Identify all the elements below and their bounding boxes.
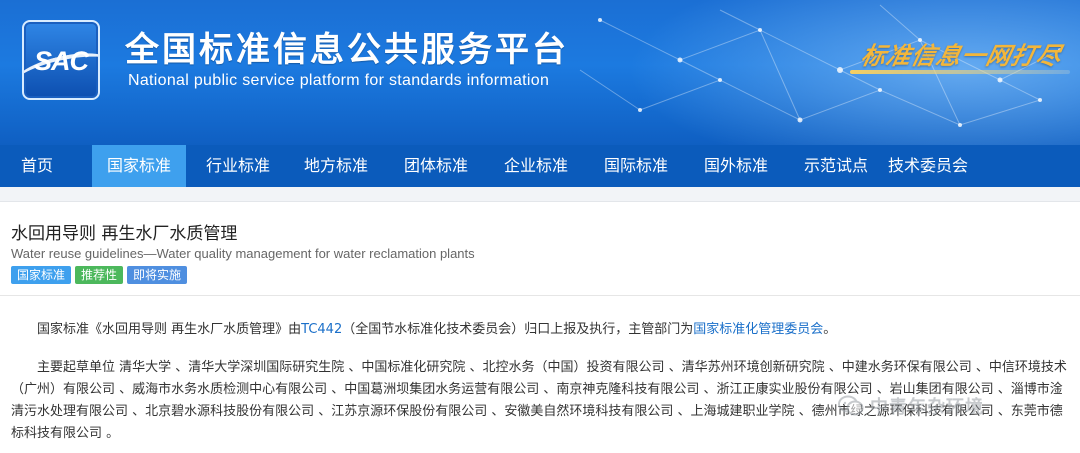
- main-nav: 首页 国家标准 行业标准 地方标准 团体标准 企业标准 国际标准 国外标准 示范…: [0, 145, 1080, 187]
- site-title: 全国标准信息公共服务平台: [125, 30, 569, 70]
- slogan-underline: [850, 70, 1070, 74]
- divider: [0, 295, 1080, 296]
- desc-middle: （全国节水标准化技术委员会）归口上报及执行，主管部门为: [342, 322, 694, 337]
- tag-recommended: 推荐性: [75, 266, 124, 284]
- desc-suffix: 。: [823, 322, 837, 337]
- nav-group-standards[interactable]: 团体标准: [386, 145, 486, 187]
- nav-tech-committee[interactable]: 技术委员会: [886, 145, 970, 187]
- nav-enterprise-standards[interactable]: 企业标准: [486, 145, 586, 187]
- content-top-strip: [0, 187, 1080, 202]
- sac-admin-link[interactable]: 国家标准化管理委员会: [693, 322, 823, 337]
- drafting-units: 主要起草单位 清华大学 、清华大学深圳国际研究生院 、中国标准化研究院 、北控水…: [11, 360, 1067, 441]
- nav-national-standards[interactable]: 国家标准: [92, 145, 186, 187]
- desc-prefix: 国家标准《水回用导则 再生水厂水质管理》由: [37, 322, 302, 337]
- nav-demo-pilot[interactable]: 示范试点: [786, 145, 886, 187]
- nav-local-standards[interactable]: 地方标准: [286, 145, 386, 187]
- tag-national-standard: 国家标准: [11, 266, 72, 284]
- logo-text: SAC: [33, 46, 89, 76]
- nav-industry-standards[interactable]: 行业标准: [190, 145, 286, 187]
- nav-foreign-standards[interactable]: 国外标准: [686, 145, 786, 187]
- nav-international-standards[interactable]: 国际标准: [586, 145, 686, 187]
- standard-title: 水回用导则 再生水厂水质管理: [11, 224, 238, 244]
- standard-description: 国家标准《水回用导则 再生水厂水质管理》由TC442（全国节水标准化技术委员会）…: [11, 319, 1071, 341]
- header-banner: SAC 全国标准信息公共服务平台 National public service…: [0, 0, 1080, 145]
- sac-logo[interactable]: SAC: [22, 20, 100, 100]
- tag-upcoming: 即将实施: [127, 266, 188, 284]
- site-subtitle: National public service platform for sta…: [128, 72, 550, 89]
- nav-home[interactable]: 首页: [0, 145, 74, 187]
- tc442-link[interactable]: TC442: [301, 322, 342, 337]
- standard-tags: 国家标准 推荐性 即将实施: [11, 266, 188, 284]
- standard-title-en: Water reuse guidelines—Water quality man…: [11, 246, 475, 261]
- slogan: 标准信息一网打尽: [858, 41, 1065, 70]
